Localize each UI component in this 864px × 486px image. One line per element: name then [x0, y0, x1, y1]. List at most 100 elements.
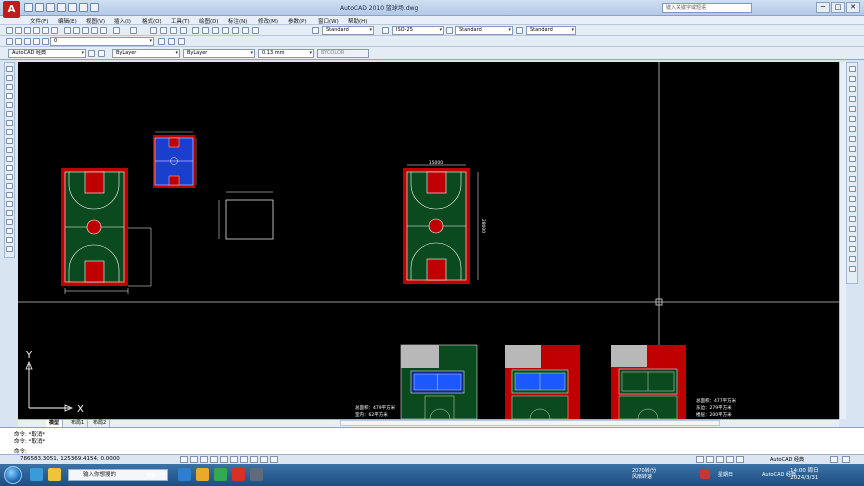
open-icon[interactable] [15, 27, 22, 34]
system-clock[interactable]: 14:00 周日 2024/3/31 [790, 468, 819, 482]
ellipse-arc-icon[interactable] [6, 156, 13, 162]
save-icon[interactable] [46, 3, 55, 12]
basketball-court-right[interactable]: 15000 28000 [403, 160, 486, 284]
app-grey-icon[interactable] [250, 468, 263, 481]
save-as-icon[interactable] [57, 3, 66, 12]
scale-icon[interactable] [849, 136, 856, 142]
dim-style-select[interactable]: ISO-25 ▾ [392, 26, 444, 35]
redo-icon[interactable] [130, 27, 137, 34]
quick-properties-icon[interactable] [270, 456, 278, 463]
zoom-previous-icon[interactable] [180, 27, 187, 34]
close-button[interactable]: ✕ [846, 2, 860, 13]
lock-icon[interactable] [33, 38, 40, 45]
calendar-icon[interactable] [700, 469, 710, 479]
pan-status-icon[interactable] [716, 456, 724, 463]
redo-icon[interactable] [79, 3, 88, 12]
text-a-icon[interactable] [6, 246, 13, 252]
vertical-scrollbar[interactable] [839, 62, 846, 419]
move-icon[interactable] [849, 116, 856, 122]
undo-icon[interactable] [113, 27, 120, 34]
revision-cloud-icon[interactable] [6, 129, 13, 135]
rotate-icon[interactable] [849, 126, 856, 132]
start-button[interactable] [4, 466, 22, 484]
open-file-icon[interactable] [35, 3, 44, 12]
grid-display-icon[interactable] [190, 456, 198, 463]
polyline-icon[interactable] [6, 84, 13, 90]
lineweight-toggle-icon[interactable] [260, 456, 268, 463]
circle-icon[interactable] [6, 120, 13, 126]
point-icon[interactable] [6, 183, 13, 189]
object-snap-icon[interactable] [220, 456, 228, 463]
layer-states-icon[interactable] [178, 38, 185, 45]
multiline-text-icon[interactable] [6, 228, 13, 234]
ortho-mode-icon[interactable] [200, 456, 208, 463]
region-icon[interactable] [6, 210, 13, 216]
site-plan-red-outline[interactable] [611, 345, 686, 419]
drawing-canvas[interactable]: 15000 28000 总面积：479平方米 室内：62平方米 总面积：477平… [18, 62, 839, 419]
basketball-court-small-blue[interactable] [153, 131, 197, 188]
lock-toolbar-icon[interactable] [830, 456, 838, 463]
table-style-select[interactable]: Standard ▾ [455, 26, 513, 35]
array-icon[interactable] [849, 106, 856, 112]
plot-icon[interactable] [90, 3, 99, 12]
snap-mode-icon[interactable] [180, 456, 188, 463]
menu-dimension[interactable]: 标注(N) [228, 17, 247, 25]
dim-linear-icon[interactable] [849, 236, 856, 242]
zoom-window-icon[interactable] [170, 27, 177, 34]
app-green-icon[interactable] [214, 468, 227, 481]
break-at-point-icon[interactable] [849, 176, 856, 182]
quickcalc-icon[interactable] [242, 27, 249, 34]
workspace-select[interactable]: AutoCAD 经典 ▾ [8, 49, 86, 58]
dim-radius-icon[interactable] [849, 256, 856, 262]
zoom-status-icon[interactable] [726, 456, 734, 463]
polygon-icon[interactable] [6, 93, 13, 99]
menu-help[interactable]: 帮助(H) [348, 17, 367, 25]
menu-window[interactable]: 窗口(W) [318, 17, 339, 25]
trim-icon[interactable] [849, 156, 856, 162]
annotation-scale-icon[interactable] [736, 456, 744, 463]
lineweight-select[interactable]: 0.13 mm ▾ [258, 49, 314, 58]
model-space-icon[interactable] [696, 456, 704, 463]
copy-icon[interactable] [73, 27, 80, 34]
menu-modify[interactable]: 修改(M) [258, 17, 278, 25]
new-icon[interactable] [6, 27, 13, 34]
maximize-button[interactable]: □ [831, 2, 845, 13]
design-center-icon[interactable] [202, 27, 209, 34]
cut-icon[interactable] [64, 27, 71, 34]
site-plan-green[interactable] [400, 344, 478, 419]
application-menu-button[interactable]: A [3, 1, 20, 18]
polar-tracking-icon[interactable] [210, 456, 218, 463]
plotstyle-select[interactable]: BYCOLOR [317, 49, 369, 58]
workspace-settings-icon[interactable] [88, 50, 95, 57]
lightbulb-icon[interactable] [15, 38, 22, 45]
lock-ui-icon[interactable] [98, 50, 105, 57]
add-selected-icon[interactable] [6, 237, 13, 243]
dim-aligned-icon[interactable] [849, 246, 856, 252]
basketball-court-left[interactable] [61, 168, 152, 294]
workspace-switch[interactable]: AutoCAD 经典 [770, 456, 804, 463]
ie-icon[interactable] [178, 468, 191, 481]
save-icon[interactable] [24, 27, 31, 34]
color-swatch-icon[interactable] [42, 38, 49, 45]
spline-icon[interactable] [6, 138, 13, 144]
folder-icon[interactable] [196, 468, 209, 481]
rectangle-block[interactable] [218, 191, 274, 240]
arc-icon[interactable] [6, 111, 13, 117]
dynamic-input-icon[interactable] [250, 456, 258, 463]
pan-icon[interactable] [150, 27, 157, 34]
minimize-button[interactable]: ─ [816, 2, 830, 13]
menu-parametric[interactable]: 参数(P) [288, 17, 307, 25]
insert-block-icon[interactable] [6, 165, 13, 171]
horizontal-scrollbar[interactable] [340, 420, 720, 426]
line-icon[interactable] [6, 66, 13, 72]
site-plan-red-green[interactable] [505, 345, 580, 419]
file-explorer-icon[interactable] [48, 468, 61, 481]
sun-icon[interactable] [24, 38, 31, 45]
chamfer-icon[interactable] [849, 206, 856, 212]
publish-icon[interactable] [51, 27, 58, 34]
markup-icon[interactable] [232, 27, 239, 34]
extend-icon[interactable] [849, 166, 856, 172]
multileader-style-select[interactable]: Standard ▾ [526, 26, 576, 35]
menu-insert[interactable]: 插入(I) [114, 17, 131, 25]
block-editor-icon[interactable] [100, 27, 107, 34]
